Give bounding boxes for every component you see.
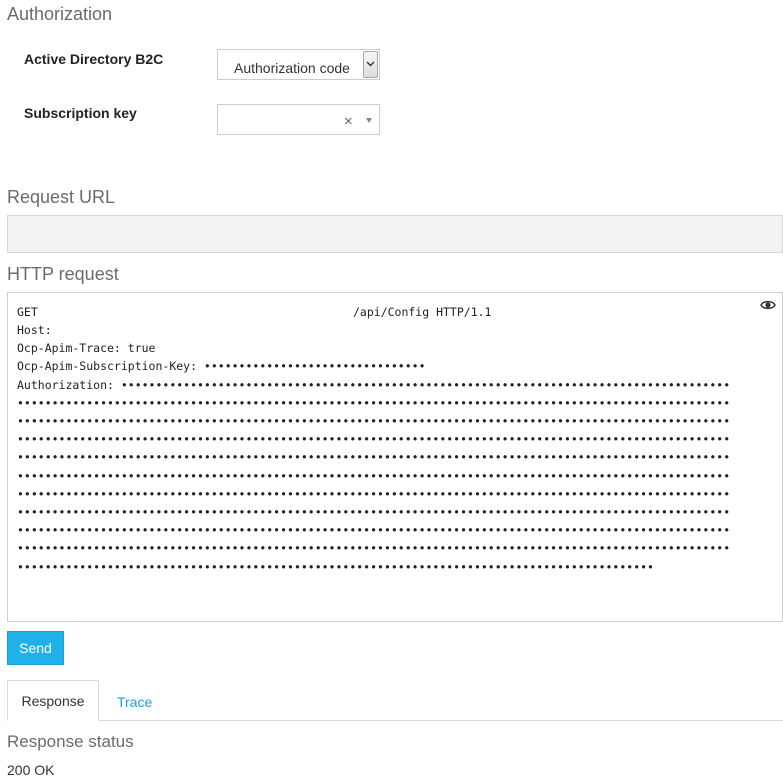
response-status-value: 200 OK <box>7 762 55 778</box>
tabs-divider <box>7 720 783 721</box>
authorization-flow-select[interactable]: Authorization code <box>217 49 380 80</box>
http-header-line: ••••••••••••••••••••••••••••••••••••••••… <box>17 395 731 410</box>
http-request-editor[interactable]: GET /api/Config HTTP/1.1 Host: Ocp-Apim-T… <box>7 292 783 622</box>
response-status-heading: Response status <box>7 732 134 751</box>
chevron-down-icon[interactable] <box>363 51 378 78</box>
http-header-line: Ocp-Apim-Subscription-Key: •••••••••••••… <box>17 359 426 374</box>
caret-down-icon[interactable] <box>366 118 372 123</box>
http-header-line: ••••••••••••••••••••••••••••••••••••••••… <box>17 432 731 447</box>
tab-trace[interactable]: Trace <box>117 694 152 710</box>
http-header-line: ••••••••••••••••••••••••••••••••••••••••… <box>17 523 731 538</box>
tab-response[interactable]: Response <box>7 680 99 721</box>
subscription-key-select[interactable]: × <box>217 104 380 135</box>
send-button[interactable]: Send <box>7 631 64 665</box>
authorization-heading: Authorization <box>7 4 113 24</box>
request-url-field[interactable] <box>7 215 783 253</box>
http-header-line: ••••••••••••••••••••••••••••••••••••••••… <box>17 505 731 519</box>
http-header-line: Authorization: •••••••••••••••••••••••••… <box>17 377 731 392</box>
http-request-path: /api/Config HTTP/1.1 <box>353 305 492 319</box>
authorization-flow-value: Authorization code <box>234 60 350 76</box>
clear-icon[interactable]: × <box>344 113 353 130</box>
subscription-key-label: Subscription key <box>24 105 137 121</box>
http-header-line: ••••••••••••••••••••••••••••••••••••••••… <box>17 468 731 483</box>
http-header-line: ••••••••••••••••••••••••••••••••••••••••… <box>17 450 731 465</box>
http-request-heading: HTTP request <box>7 264 119 284</box>
http-header-line: ••••••••••••••••••••••••••••••••••••••••… <box>17 414 731 428</box>
http-header-line: Ocp-Apim-Trace: true <box>17 341 156 356</box>
http-header-line: ••••••••••••••••••••••••••••••••••••••••… <box>17 486 731 501</box>
http-header-line: ••••••••••••••••••••••••••••••••••••••••… <box>17 541 731 556</box>
http-header-line: Host: <box>17 323 52 337</box>
active-directory-label: Active Directory B2C <box>24 51 164 67</box>
request-url-heading: Request URL <box>7 187 116 207</box>
eye-icon[interactable] <box>760 298 776 316</box>
http-header-line: ••••••••••••••••••••••••••••••••••••••••… <box>17 559 654 574</box>
http-method: GET <box>17 305 38 319</box>
